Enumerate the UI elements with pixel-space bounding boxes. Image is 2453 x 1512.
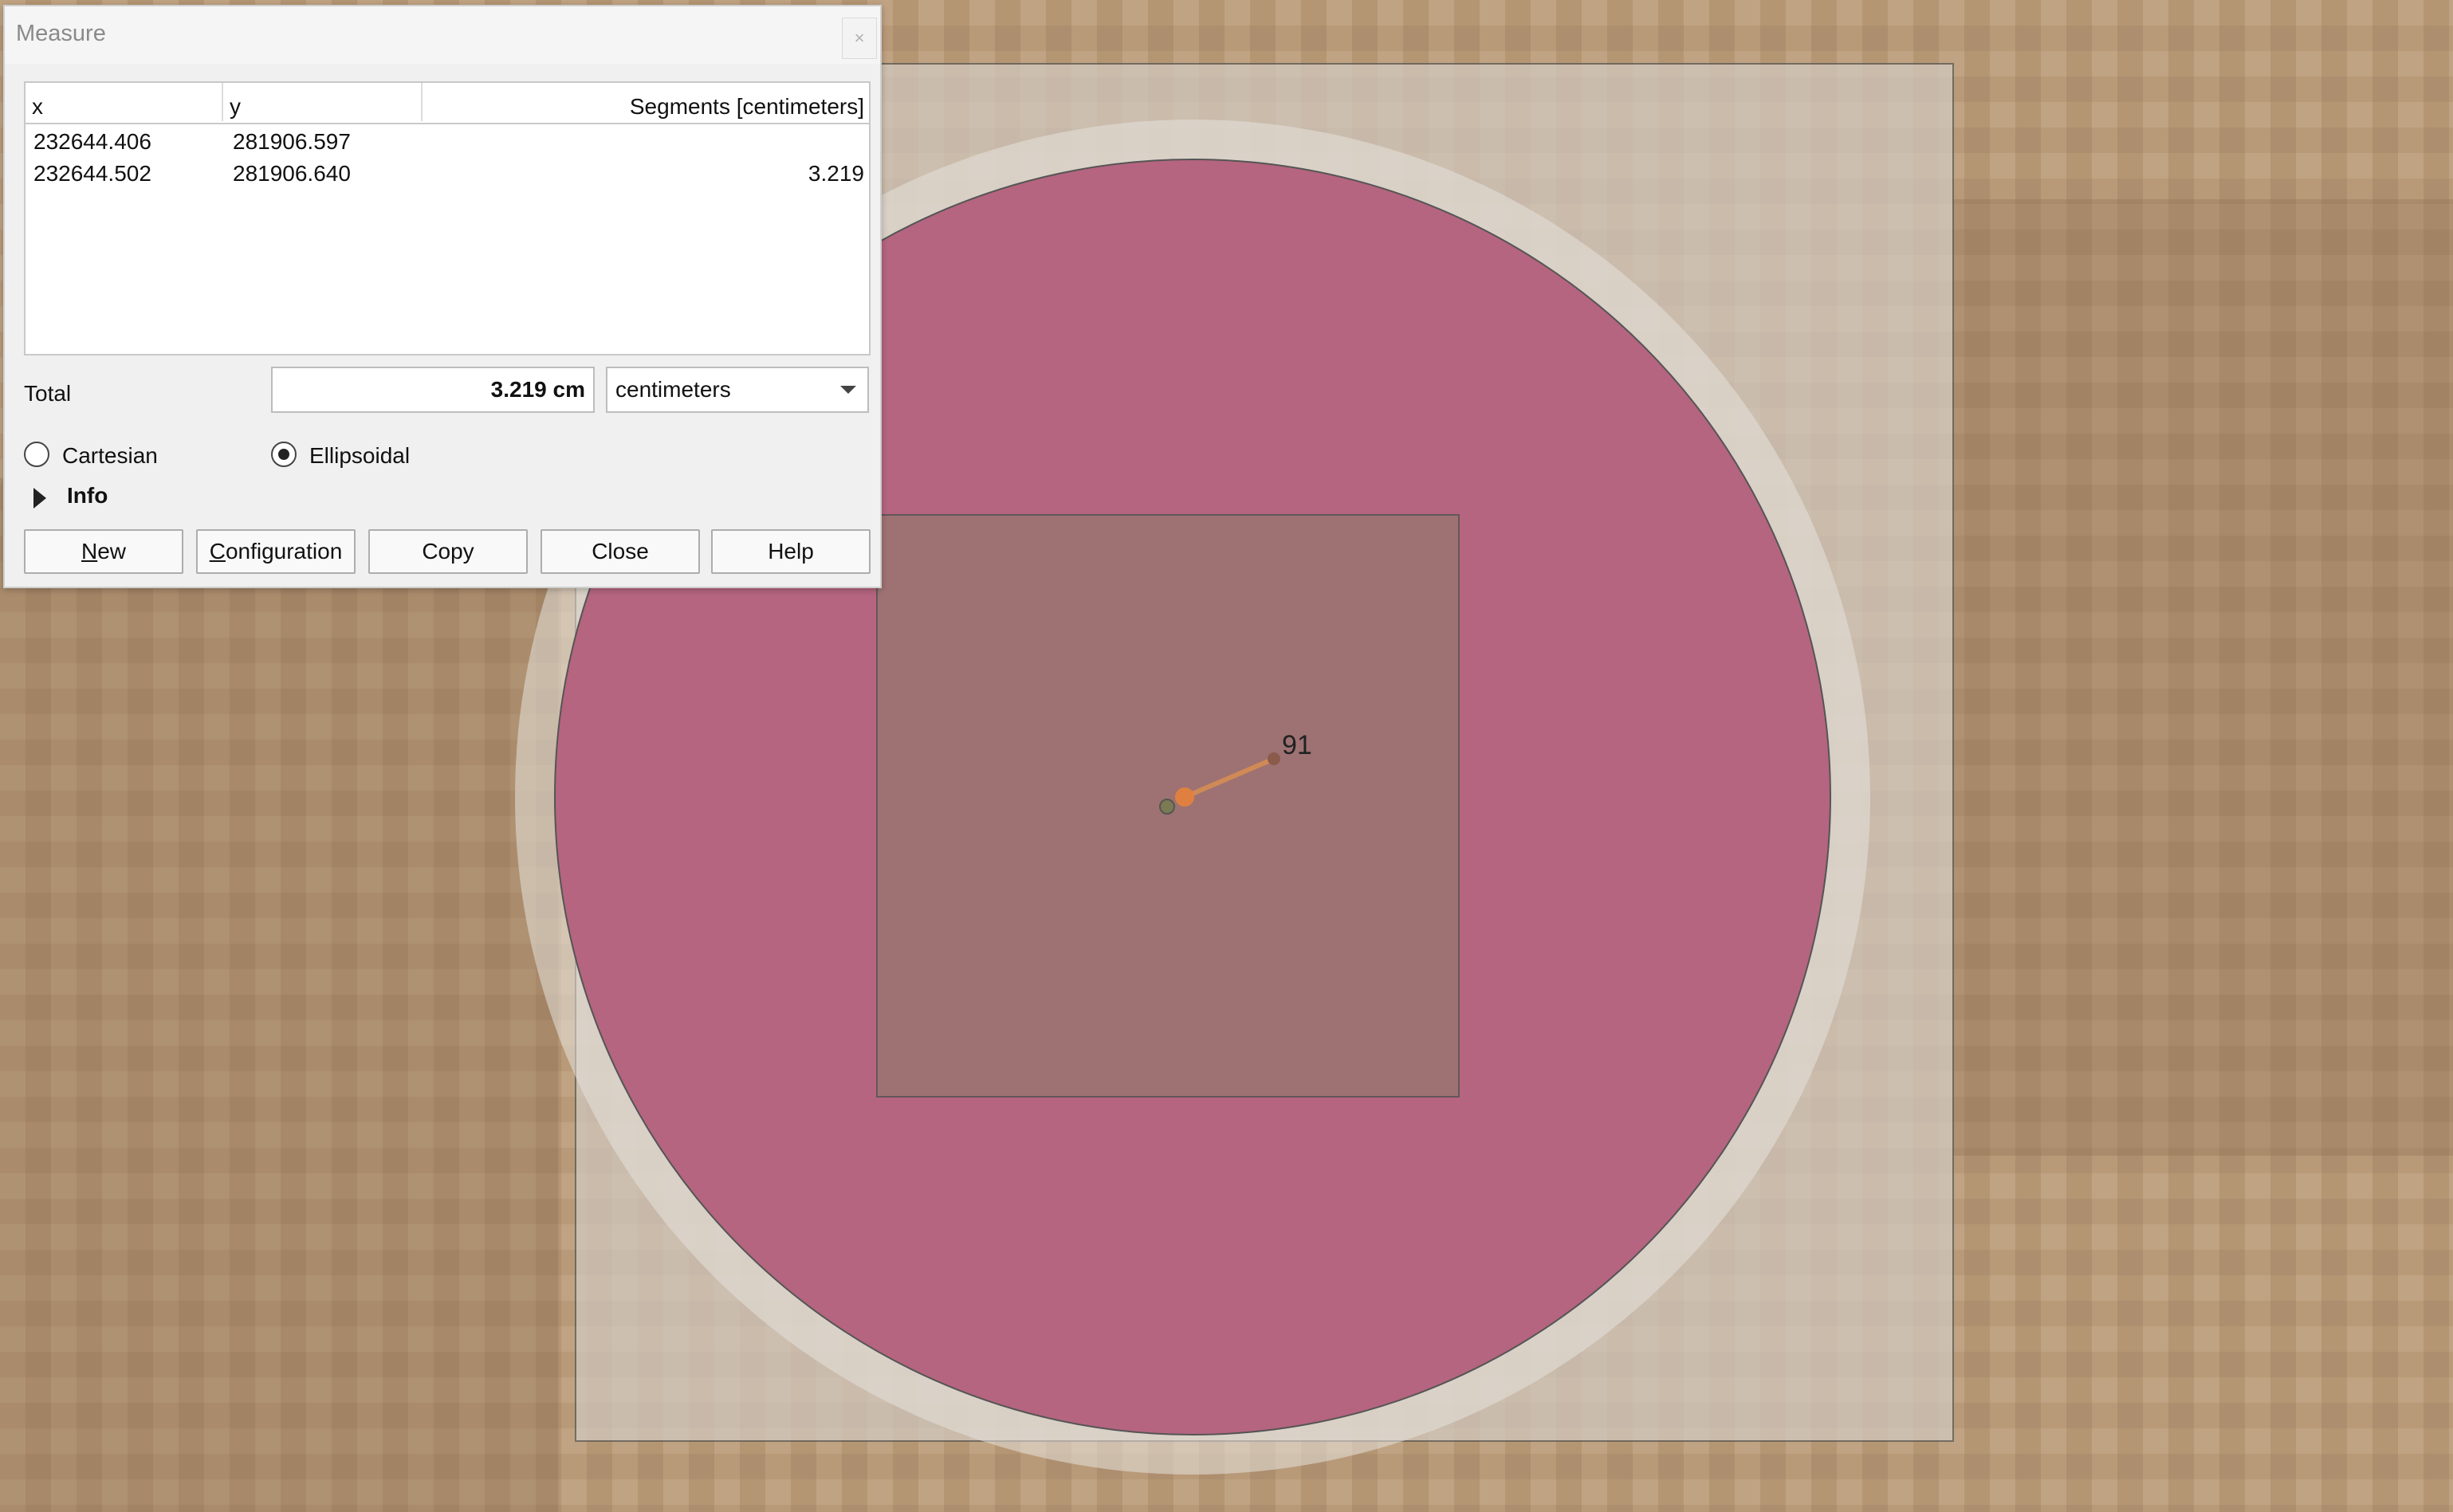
coordinates-table[interactable]: x y Segments [centimeters] 232644.406 28… bbox=[24, 81, 871, 355]
info-toggle[interactable]: Info bbox=[67, 483, 108, 509]
measure-end-vertex[interactable] bbox=[1268, 752, 1280, 765]
new-label-rest: ew bbox=[97, 539, 127, 564]
total-label: Total bbox=[24, 381, 72, 406]
cell-x: 232644.502 bbox=[33, 161, 151, 186]
new-mnemonic: N bbox=[81, 539, 98, 564]
table-row[interactable]: 232644.502 281906.640 3.219 bbox=[26, 158, 869, 190]
raster-dark-patch-left bbox=[0, 478, 558, 1512]
cell-segment: 3.219 bbox=[808, 161, 864, 186]
dialog-title: Measure bbox=[16, 21, 106, 46]
copy-button[interactable]: Copy bbox=[368, 529, 528, 574]
measure-cursor-vertex[interactable] bbox=[1175, 787, 1194, 807]
configuration-mnemonic: C bbox=[209, 539, 226, 564]
raster-dark-patch-right bbox=[1953, 199, 2453, 1156]
measure-start-vertex[interactable] bbox=[1159, 799, 1175, 815]
column-header-y[interactable]: y bbox=[223, 83, 423, 121]
column-header-x[interactable]: x bbox=[26, 83, 223, 121]
new-button[interactable]: New bbox=[24, 529, 183, 574]
close-icon[interactable]: × bbox=[842, 18, 877, 59]
configuration-button[interactable]: Configuration bbox=[196, 529, 356, 574]
cell-y: 281906.640 bbox=[233, 161, 351, 186]
help-button[interactable]: Help bbox=[711, 529, 871, 574]
close-button[interactable]: Close bbox=[541, 529, 700, 574]
cell-y: 281906.597 bbox=[233, 129, 351, 154]
radio-cartesian[interactable] bbox=[24, 442, 49, 467]
radio-cartesian-label[interactable]: Cartesian bbox=[62, 443, 158, 469]
dialog-titlebar[interactable]: Measure × bbox=[5, 6, 880, 64]
expand-triangle-icon[interactable] bbox=[33, 488, 46, 509]
radio-selected-dot bbox=[278, 449, 289, 460]
chevron-down-icon bbox=[840, 386, 856, 394]
total-field[interactable]: 3.219 cm bbox=[271, 367, 595, 413]
measure-dialog: Measure × x y Segments [centimeters] 232… bbox=[3, 5, 882, 588]
unit-select[interactable]: centimeters bbox=[606, 367, 869, 413]
cell-x: 232644.406 bbox=[33, 129, 151, 154]
table-row[interactable]: 232644.406 281906.597 bbox=[26, 126, 869, 158]
table-header: x y Segments [centimeters] bbox=[26, 83, 869, 124]
configuration-label-rest: onfiguration bbox=[225, 539, 343, 564]
measure-label: 91 bbox=[1282, 730, 1312, 760]
column-header-segments[interactable]: Segments [centimeters] bbox=[423, 83, 869, 121]
radio-ellipsoidal[interactable] bbox=[271, 442, 297, 467]
radio-ellipsoidal-label[interactable]: Ellipsoidal bbox=[309, 443, 410, 469]
unit-select-value: centimeters bbox=[615, 377, 731, 402]
